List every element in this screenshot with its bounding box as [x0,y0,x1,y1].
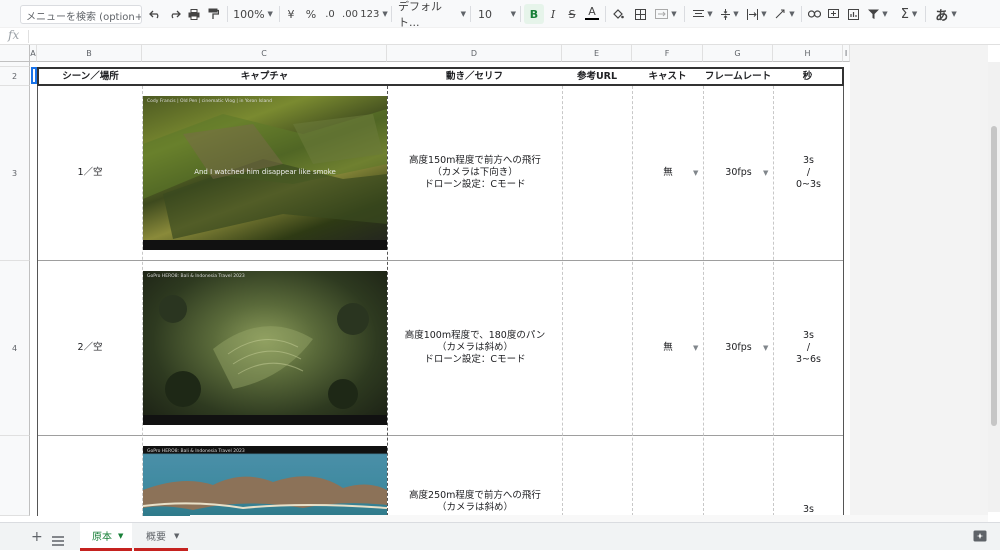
sheet-background [850,45,988,515]
explore-icon[interactable] [973,529,989,543]
formula-bar: fx [0,28,1000,45]
column-header-c[interactable]: C [142,45,387,62]
header-framerate[interactable]: フレームレート [703,67,774,86]
functions-icon[interactable]: Σ ▼ [897,4,921,24]
text-rotation-icon[interactable]: ▼ [773,4,797,24]
increase-decimal-button[interactable]: .00 [341,4,359,24]
cell-cast[interactable]: 無 ▼ [633,261,703,435]
undo-icon[interactable] [148,4,162,24]
dropdown-arrow-icon[interactable]: ▼ [763,342,768,354]
cell-ref-url[interactable] [563,261,632,435]
text-wrap-icon[interactable]: ▼ [745,4,769,24]
column-header-h[interactable]: H [773,45,843,62]
row-divider [37,435,844,436]
menu-search-input[interactable]: メニューを検索 (option+/) [20,5,142,24]
bold-button[interactable]: B [524,4,544,24]
select-all-corner[interactable] [0,45,30,62]
column-header-b[interactable]: B [37,45,142,62]
dropdown-arrow-icon[interactable]: ▼ [693,342,698,354]
header-ref-url[interactable]: 参考URL [562,67,633,86]
vertical-scroll-thumb[interactable] [991,126,997,426]
horizontal-align-icon[interactable]: ▼ [691,4,715,24]
video-controls[interactable] [143,415,387,425]
insert-link-icon[interactable] [806,4,822,24]
column-header-a[interactable]: A [30,45,37,62]
video-thumbnail[interactable]: GoPro HERO8: Bali & Indonesia Travel 202… [143,271,387,425]
cell-framerate[interactable]: 30fps ▼ [704,261,773,435]
font-size-select[interactable]: 10 ▼ [478,4,516,24]
video-title: GoPro HERO8: Bali & Indonesia Travel 202… [147,449,245,454]
column-header-i[interactable]: I [843,45,850,62]
input-tools-select[interactable]: あ ▼ [931,4,961,24]
video-controls[interactable] [143,240,387,250]
row-header-3[interactable]: 3 [0,86,30,261]
row-header-5[interactable] [0,436,30,516]
italic-button[interactable]: I [547,4,559,24]
column-header-d[interactable]: D [387,45,562,62]
cell-action[interactable]: 高度250m程度で前方への飛行 （カメラは斜め） [388,490,562,516]
text-color-button[interactable]: A [585,4,599,20]
video-thumbnail[interactable]: GoPro HERO8: Bali & Indonesia Travel 202… [143,446,387,516]
cell-seconds[interactable]: 3s / 3~6s [774,261,843,435]
column-header-f[interactable]: F [632,45,703,62]
cell-scene[interactable]: 2／空 [38,261,142,435]
sheet-tab-bar: + 原本 ▼ 概要 ▼ [0,522,1000,551]
cell-seconds[interactable]: 3s / 0~3s [774,86,843,260]
header-scene[interactable]: シーン／場所 [37,67,143,86]
dropdown-arrow-icon[interactable]: ▼ [763,167,768,179]
add-sheet-icon[interactable]: + [31,529,43,545]
video-thumbnail[interactable]: Cody Francis | Old Pen | cinematic Vlog … [143,96,387,250]
fx-icon: fx [8,28,20,42]
cell-cast[interactable]: 無 ▼ [633,86,703,260]
header-capture[interactable]: キャプチャ [142,67,388,86]
number-format-select[interactable]: 123 ▼ [360,4,387,24]
zoom-select[interactable]: 100% ▼ [233,4,273,24]
cell-framerate[interactable]: 30fps ▼ [704,86,773,260]
row-header-4[interactable]: 4 [0,261,30,436]
merge-cells-icon[interactable]: ▼ [653,4,679,24]
header-seconds[interactable]: 秒 [773,67,844,86]
fill-color-icon[interactable] [611,4,625,24]
insert-chart-icon[interactable] [846,4,860,24]
sheet-tab-original[interactable]: 原本 ▼ [80,523,132,551]
cell-scene[interactable]: 1／空 [38,86,142,260]
filter-icon[interactable]: ▼ [866,4,890,24]
borders-icon[interactable] [633,4,647,24]
dropdown-arrow-icon[interactable]: ▼ [693,167,698,179]
font-select[interactable]: デフォルト... ▼ [398,0,466,29]
currency-format-button[interactable]: ¥ [285,4,297,24]
redo-icon[interactable] [168,4,182,24]
sheet-tab-summary[interactable]: 概要 ▼ [134,523,188,551]
horizontal-scrollbar[interactable] [190,515,988,522]
video-title: Cody Francis | Old Pen | cinematic Vlog … [147,99,272,104]
cell-action[interactable]: 高度100m程度で、180度のパン （カメラは斜め） ドローン設定：Cモード [388,261,562,435]
video-subtitle: And I watched him disappear like smoke [194,168,336,176]
toolbar: メニューを検索 (option+/) 100% ▼ ¥ % .0 .00 123 ▼… [0,0,1000,29]
table-right-border [843,86,844,516]
selected-cell [31,67,37,84]
column-header-g[interactable]: G [703,45,773,62]
row-header-2[interactable]: 2 [0,67,30,86]
insert-comment-icon[interactable] [826,4,840,24]
column-header-e[interactable]: E [562,45,632,62]
all-sheets-icon[interactable] [52,531,64,550]
video-title: GoPro HERO8: Bali & Indonesia Travel 202… [147,274,245,279]
decrease-decimal-button[interactable]: .0 [323,4,337,24]
strikethrough-button[interactable]: S [566,4,578,24]
percent-format-button[interactable]: % [305,4,317,24]
cell-action[interactable]: 高度150m程度で前方への飛行 （カメラは下向き） ドローン設定：Cモード [388,86,562,260]
header-cast[interactable]: キャスト [632,67,704,86]
print-icon[interactable] [187,4,201,24]
vertical-align-icon[interactable]: ▼ [719,4,741,24]
header-action[interactable]: 動き／セリフ [387,67,563,86]
paint-format-icon[interactable] [206,4,220,24]
cell-ref-url[interactable] [563,86,632,260]
